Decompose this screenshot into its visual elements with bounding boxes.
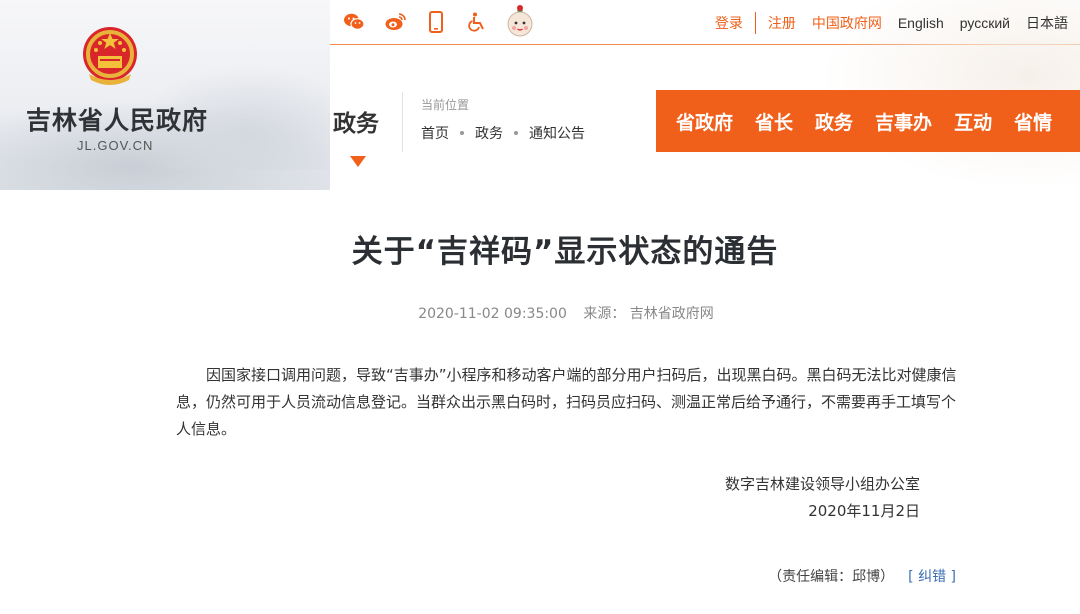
main-nav: 省政府 省长 政务 吉事办 互动 省情 [656,90,1080,152]
caret-down-icon [350,156,366,167]
report-error-link[interactable]: [ 纠错 ] [908,566,956,586]
article-meta: 2020-11-02 09:35:00 来源： 吉林省政府网 [0,303,1080,323]
responsible-editor: （责任编辑：邱博） [768,569,895,585]
site-name[interactable]: 吉林省人民政府 [26,101,208,137]
separator-dot-icon [514,131,518,135]
breadcrumb-home[interactable]: 首页 [421,123,449,143]
social-icons [342,5,551,37]
weibo-icon[interactable] [383,10,407,34]
logo-panel[interactable]: 吉林省人民政府 JL.GOV.CN [0,0,330,190]
nav-item-affairs[interactable]: 政务 [815,108,853,135]
article-title: 关于“吉祥码”显示状态的通告 [351,234,779,270]
national-emblem-icon [83,27,137,85]
divider [402,92,403,152]
wechat-icon[interactable] [342,10,366,34]
mascot-icon[interactable] [506,4,534,38]
publish-datetime: 2020-11-02 09:35:00 [418,306,567,322]
article-body: 因国家接口调用问题，导致“吉事办”小程序和移动客户端的部分用户扫码后，出现黑白码… [176,366,957,438]
nav-item-provincial-gov[interactable]: 省政府 [676,108,733,135]
location-label: 当前位置 [421,98,470,112]
top-bar: 登录 注册 中国政府网 English русский 日本語 [330,0,1080,190]
login-link[interactable]: 登录 [715,13,743,33]
editor-line: （责任编辑：邱博） [ 纠错 ] [768,566,956,586]
nav-item-governor[interactable]: 省长 [755,108,793,135]
breadcrumb-notices[interactable]: 通知公告 [529,123,585,143]
article-source: 来源： 吉林省政府网 [583,306,714,322]
register-link[interactable]: 注册 [768,13,796,33]
japanese-link[interactable]: 日本語 [1026,13,1068,33]
gov-portal-link[interactable]: 中国政府网 [812,13,882,33]
nav-item-province-info[interactable]: 省情 [1014,108,1052,135]
article-sign-date: 2020年11月2日 [808,502,920,520]
mobile-icon[interactable] [424,10,448,34]
section-title: 政务 [333,111,379,137]
divider [754,12,756,34]
article-signer: 数字吉林建设领导小组办公室 [724,475,920,493]
nav-item-interaction[interactable]: 互动 [954,108,992,135]
russian-link[interactable]: русский [960,15,1010,31]
top-links: 登录 注册 中国政府网 English русский 日本語 [699,12,1068,34]
breadcrumb-affairs[interactable]: 政务 [475,123,503,143]
breadcrumb: 首页 政务 通知公告 [421,123,585,143]
english-link[interactable]: English [898,15,944,31]
page-header: 吉林省人民政府 JL.GOV.CN 登录 注册 中国政府网 English ру… [0,0,1080,190]
accessibility-icon[interactable] [465,10,489,34]
site-domain: JL.GOV.CN [77,138,154,153]
nav-item-jishiban[interactable]: 吉事办 [875,108,932,135]
separator-dot-icon [460,131,464,135]
